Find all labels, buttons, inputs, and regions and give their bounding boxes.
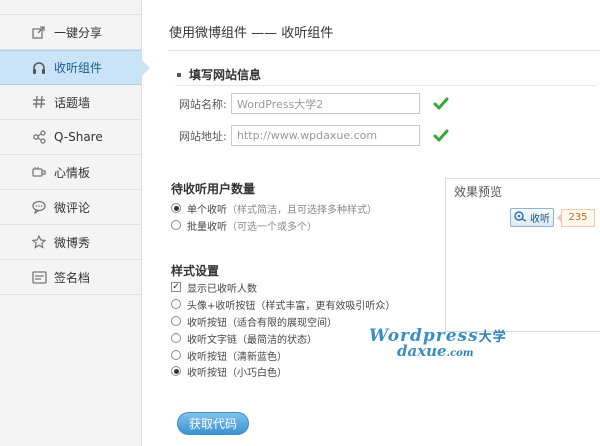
option-note: （小巧白色）	[227, 367, 287, 379]
sidebar-item-label: 微博秀	[54, 235, 91, 250]
listen-count-heading: 待收听用户数量	[171, 182, 256, 196]
option-note: （清新蓝色）	[227, 351, 287, 363]
option-note: （样式简洁，且可选择多种样式）	[227, 204, 377, 216]
sidebar-item-label: 话题墙	[54, 95, 91, 110]
show-count-checkbox-row[interactable]: ✓ 显示已收听人数	[171, 279, 257, 295]
option-single-listen[interactable]: 单个收听 （样式简洁，且可选择多种样式）	[171, 200, 377, 216]
sidebar-item-topic-wall[interactable]: 话题墙	[0, 85, 141, 120]
option-note: （最简洁的状态）	[237, 334, 317, 346]
qshare-icon	[31, 129, 47, 145]
preview-title: 效果预览	[454, 185, 503, 199]
preview-listen-label: 收听	[530, 214, 550, 225]
site-url-row: 网站地址:	[179, 125, 450, 146]
sidebar-item-mood-board[interactable]: 心情板	[0, 155, 141, 190]
site-name-row: 网站名称:	[179, 93, 450, 114]
wpdaxue-watermark: Wordpress大学 daxue.com	[369, 326, 509, 368]
headphones-icon	[31, 60, 47, 76]
sidebar-item-qshare[interactable]: Q-Share	[0, 120, 141, 155]
site-name-label: 网站名称:	[179, 97, 227, 111]
get-code-button[interactable]: 获取代码	[177, 412, 249, 435]
weibo-listen-icon	[514, 210, 528, 225]
option-note: （适合有限的展现空间）	[227, 317, 337, 329]
sidebar-item-label: 心情板	[54, 165, 91, 180]
page-title: 使用微博组件 —— 收听组件	[169, 26, 334, 41]
preview-listener-count: 235	[557, 208, 595, 227]
sidebar-top-spacer	[0, 0, 141, 15]
bullet-icon	[177, 72, 181, 77]
sidebar-item-label: 签名档	[54, 270, 91, 285]
share-icon	[31, 24, 47, 40]
sidebar-item-signature[interactable]: 签名档	[0, 260, 141, 295]
option-note: （可选一个或多个）	[227, 221, 317, 233]
style-option-blue-button[interactable]: 收听按钮 （清新蓝色）	[171, 347, 287, 363]
check-icon	[432, 96, 450, 112]
style-option-avatar-button[interactable]: 头像+收听按钮 （样式丰富，更有效吸引听众）	[171, 296, 395, 312]
sidebar: 一键分享 收听组件 话题墙 Q-Share 心情板 微评论 微博秀 签名档	[0, 0, 142, 446]
main-panel: 使用微博组件 —— 收听组件 填写网站信息 网站名称: 网站地址: 待收听用户数…	[143, 0, 600, 446]
hashtag-icon	[31, 94, 47, 110]
watermark-domain: .com	[446, 348, 474, 359]
sidebar-item-share[interactable]: 一键分享	[0, 15, 141, 50]
preview-widget: 收听 235	[510, 208, 595, 227]
site-name-input[interactable]	[231, 93, 420, 114]
option-label: 收听文字链	[187, 334, 237, 346]
title-divider	[169, 50, 600, 51]
preview-listen-button[interactable]: 收听	[510, 208, 554, 227]
check-icon	[432, 128, 450, 144]
option-label: 收听按钮	[187, 351, 227, 363]
site-url-label: 网站地址:	[179, 129, 227, 143]
checkbox[interactable]: ✓	[171, 282, 181, 292]
comment-icon	[31, 199, 47, 215]
sidebar-item-label: 微评论	[54, 200, 91, 215]
radio-button[interactable]	[171, 203, 181, 213]
style-settings-heading: 样式设置	[171, 264, 220, 278]
option-batch-listen[interactable]: 批量收听 （可选一个或多个）	[171, 217, 317, 233]
option-label: 头像+收听按钮	[187, 300, 256, 312]
watermark-daxue: daxue	[397, 342, 447, 360]
preview-panel: 效果预览 收听 235	[445, 178, 600, 332]
sidebar-item-label: 一键分享	[54, 25, 103, 40]
radio-button[interactable]	[171, 333, 181, 343]
option-label: 显示已收听人数	[187, 283, 257, 295]
option-label: 批量收听	[187, 221, 227, 233]
option-label: 收听按钮	[187, 317, 227, 329]
style-option-white-button[interactable]: 收听按钮 （小巧白色）	[171, 363, 287, 379]
option-label: 单个收听	[187, 204, 227, 216]
sidebar-item-label: 收听组件	[54, 61, 103, 75]
option-label: 收听按钮	[187, 367, 227, 379]
sidebar-item-micro-comment[interactable]: 微评论	[0, 190, 141, 225]
sidebar-item-label: Q-Share	[54, 130, 103, 144]
radio-button[interactable]	[171, 350, 181, 360]
style-option-listen-button[interactable]: 收听按钮 （适合有限的展现空间）	[171, 313, 337, 329]
radio-button[interactable]	[171, 366, 181, 376]
site-info-heading: 填写网站信息	[175, 64, 595, 86]
style-option-text-link[interactable]: 收听文字链 （最简洁的状态）	[171, 330, 317, 346]
sidebar-item-listen[interactable]: 收听组件	[0, 50, 141, 85]
star-show-icon	[31, 234, 47, 250]
radio-button[interactable]	[171, 220, 181, 230]
watermark-cn: 大学	[478, 330, 507, 345]
radio-button[interactable]	[171, 316, 181, 326]
signature-card-icon	[31, 269, 47, 285]
option-note: （样式丰富，更有效吸引听众）	[255, 300, 396, 312]
sidebar-item-weibo-show[interactable]: 微博秀	[0, 225, 141, 260]
site-info-heading-text: 填写网站信息	[189, 68, 262, 82]
mood-board-icon	[31, 164, 47, 180]
site-url-input[interactable]	[231, 125, 420, 146]
radio-button[interactable]	[171, 299, 181, 309]
